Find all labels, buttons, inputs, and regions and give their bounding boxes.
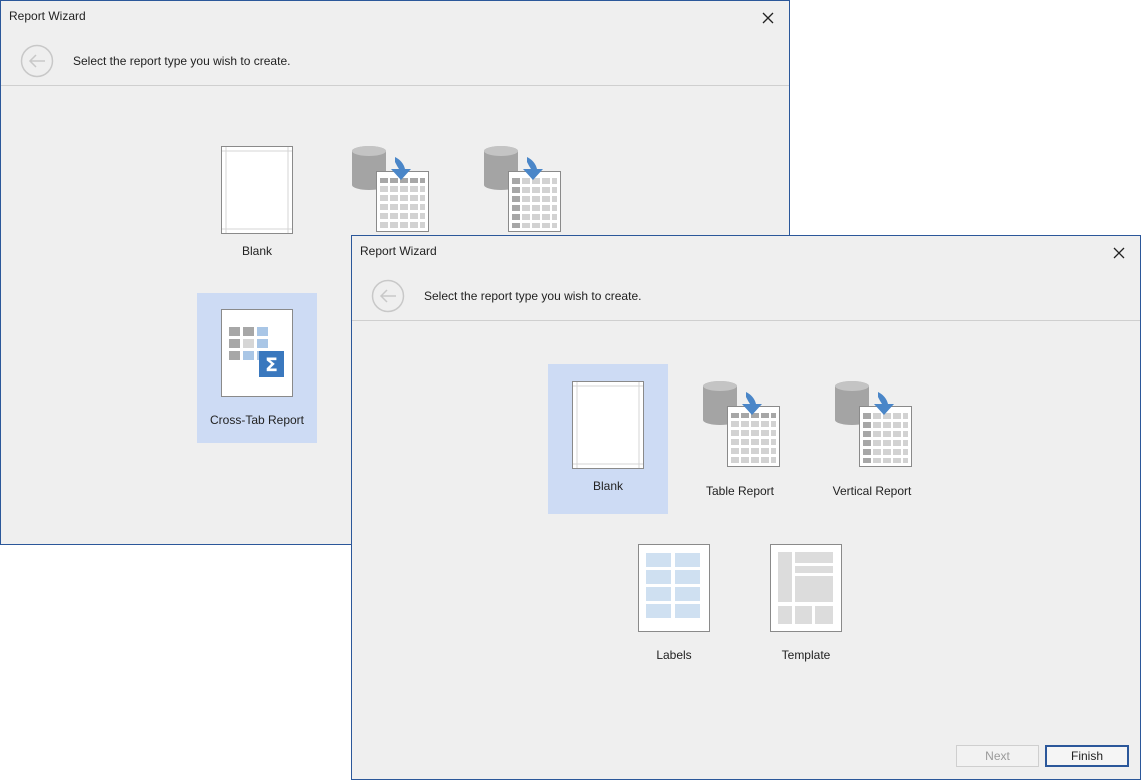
cross-tab-report-icon: Σ [221,309,293,397]
tile-vertical-report[interactable]: Vertical Report [812,364,932,514]
close-icon [762,12,774,24]
table-report-icon [703,381,780,467]
tile-template[interactable]: Template [746,528,866,678]
back-button[interactable] [20,44,54,78]
close-button[interactable] [1108,242,1130,264]
tile-blank[interactable]: Blank [197,129,317,279]
window-title: Report Wizard [9,9,86,23]
close-icon [1113,247,1125,259]
tile-label: Vertical Report [832,484,912,498]
blank-page-icon [221,146,293,234]
tile-table-report[interactable]: Table Report [680,364,800,514]
back-arrow-icon [20,44,54,78]
blank-page-icon [572,381,644,469]
tile-label: Template [781,648,831,662]
header-separator [352,320,1140,321]
instruction-text: Select the report type you wish to creat… [73,54,291,68]
title-bar: Report Wizard [1,1,789,33]
tile-cross-tab-report[interactable]: Σ Cross-Tab Report [197,293,317,443]
title-bar: Report Wizard [352,236,1140,268]
vertical-report-icon [484,146,561,232]
close-button[interactable] [757,7,779,29]
labels-icon [638,544,710,632]
report-wizard-dialog-front: Report Wizard Select the report type you… [351,235,1141,780]
window-title: Report Wizard [360,244,437,258]
svg-text:Σ: Σ [265,354,278,376]
header-separator [1,85,789,86]
instruction-text: Select the report type you wish to creat… [424,289,642,303]
tile-labels[interactable]: Labels [614,528,734,678]
tile-label: Labels [656,648,692,662]
table-report-icon [352,146,429,232]
finish-button[interactable]: Finish [1045,745,1129,767]
back-button[interactable] [371,279,405,313]
next-button[interactable]: Next [956,745,1039,767]
template-icon [770,544,842,632]
tile-label: Table Report [705,484,775,498]
tile-label: Blank [592,479,624,493]
tile-blank[interactable]: Blank [548,364,668,514]
tile-label: Blank [241,244,273,258]
tile-label: Cross-Tab Report [209,413,305,427]
back-arrow-icon [371,279,405,313]
vertical-report-icon [835,381,912,467]
